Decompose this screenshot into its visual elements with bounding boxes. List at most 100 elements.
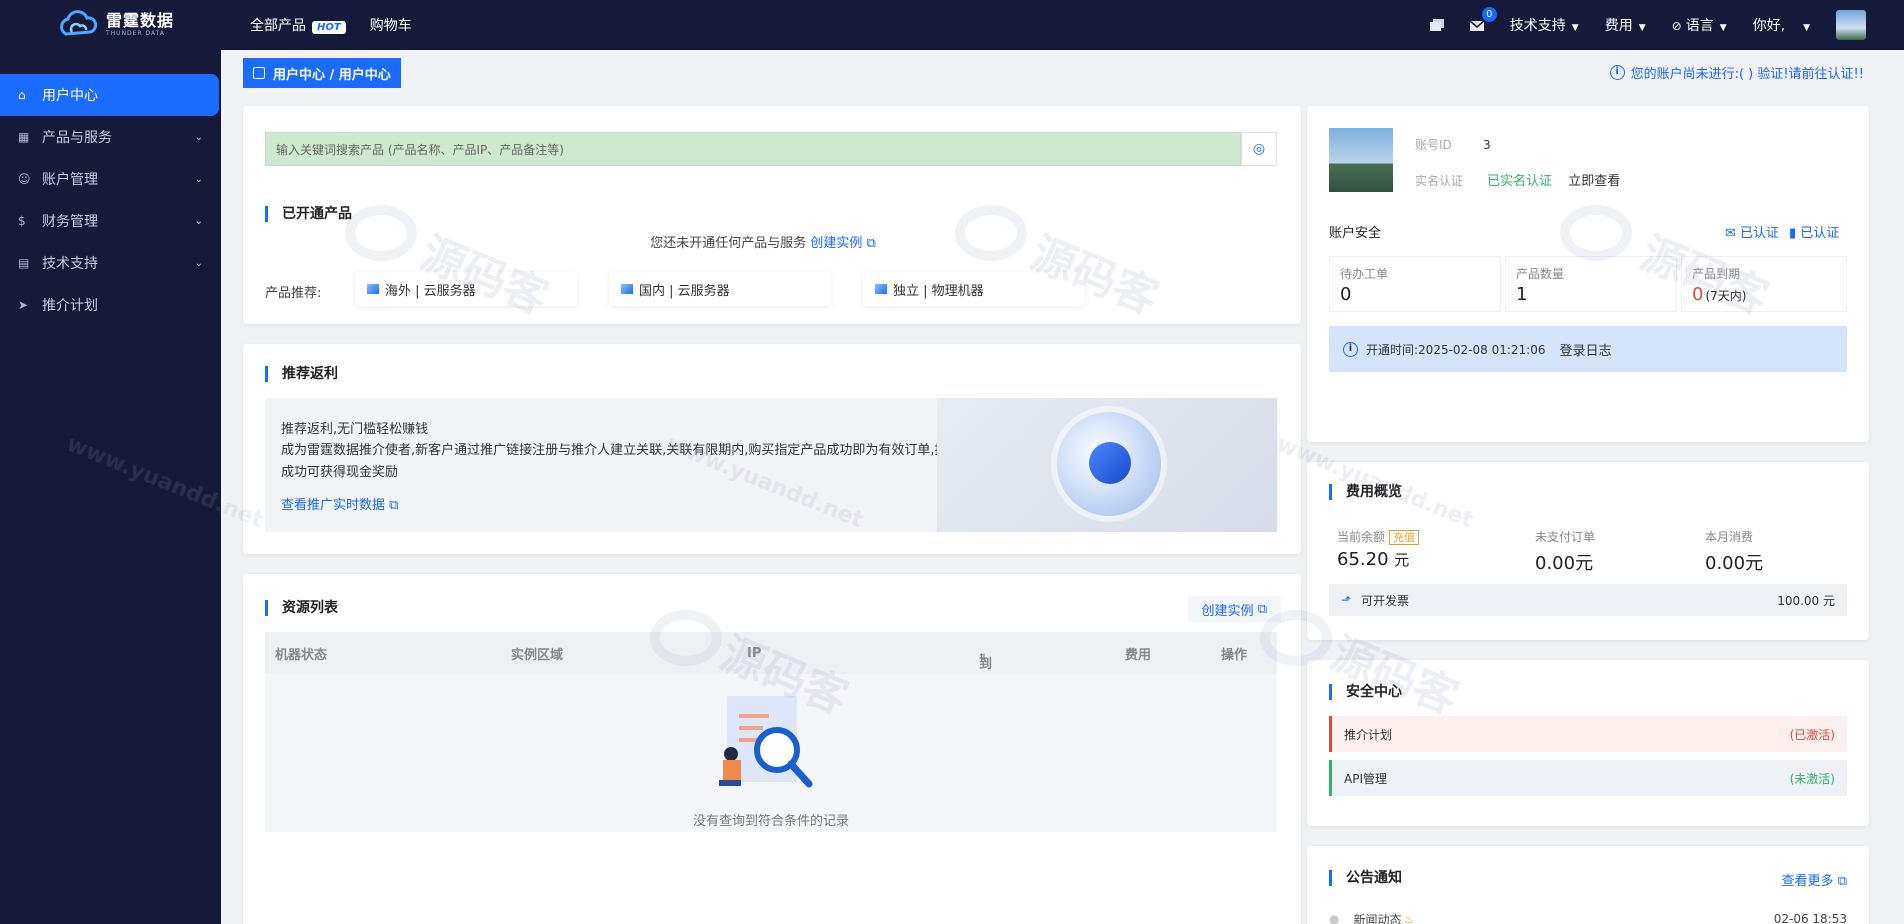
avatar[interactable] xyxy=(1836,10,1866,40)
brand-logo[interactable]: 雷霆数据 THUNDER DATA xyxy=(0,10,220,40)
orb-core xyxy=(1089,442,1131,484)
breadcrumb-label: 用户中心 / 用户中心 xyxy=(273,67,391,83)
security-row-api[interactable]: API管理 (未激活) xyxy=(1329,760,1847,796)
column-region[interactable]: 实例区域 xyxy=(511,644,563,663)
invoice-row[interactable]: ⬏ 可开发票 100.00 元 xyxy=(1329,584,1847,616)
stat-product-expire[interactable]: 产品到期 0 (7天内) xyxy=(1681,256,1847,312)
referral-data-link[interactable]: 查看推广实时数据 ⧉ xyxy=(281,494,398,513)
stat-label: 产品数量 xyxy=(1516,267,1565,281)
security-card: 安全中心 推介计划 (已激活) API管理 (未激活) xyxy=(1307,660,1869,826)
resources-card: 资源列表 创建实例 ⧉ 机器状态 实例区域 IP 到期时间 ⇅ 费用 操作 没有… xyxy=(243,574,1301,924)
tech-support-menu[interactable]: 技术支持 ▼ xyxy=(1510,15,1579,35)
login-log-link[interactable]: 登录日志 xyxy=(1560,340,1612,359)
referral-title: 推荐返利 xyxy=(265,366,338,382)
fees-card: 费用概览 当前余额 充值 65.20 元 未支付订单 0.00元 本月消费 0.00元 … xyxy=(1307,462,1869,640)
user-menu[interactable]: 你好, ▼ xyxy=(1753,15,1810,35)
open-time-text: 开通时间:2025-02-08 01:21:06 xyxy=(1366,342,1546,357)
balance-value: 65.20 xyxy=(1337,549,1389,570)
mail-icon[interactable]: 0 xyxy=(1469,7,1497,31)
view-now-link[interactable]: 立即查看 xyxy=(1568,174,1620,189)
chevron-down-icon: ⌄ xyxy=(194,215,203,227)
fees-menu[interactable]: 费用 ▼ xyxy=(1605,15,1646,35)
recommend-dedicated-server[interactable]: 独立 | 物理机器 xyxy=(863,272,1085,306)
recharge-button[interactable]: 充值 xyxy=(1389,530,1420,545)
phone-icon: ▮ xyxy=(1789,226,1797,241)
email-icon: ✉ xyxy=(1725,226,1736,241)
referral-card: 推荐返利 推荐返利,无门槛轻松赚钱 成为雷霆数据推介使者,新客户通过推广链接注册… xyxy=(243,344,1301,554)
no-records-text: 没有查询到符合条件的记录 xyxy=(692,814,849,829)
cloud-logo-icon xyxy=(60,10,98,36)
create-instance-link[interactable]: 创建实例 ⧉ xyxy=(810,236,875,251)
cube-icon xyxy=(875,284,887,294)
external-link-icon: ⧉ xyxy=(389,498,399,513)
all-products-menu[interactable]: 全部产品 HOT xyxy=(250,15,346,35)
account-id-label: 账号ID xyxy=(1415,138,1452,152)
home-icon: ⌂ xyxy=(18,88,26,102)
column-action[interactable]: 操作 xyxy=(1221,644,1247,663)
brand-name: 雷霆数据 xyxy=(106,11,175,30)
sidebar-item-products[interactable]: ▦ 产品与服务 ⌄ xyxy=(0,116,221,158)
month-label: 本月消费 xyxy=(1705,530,1754,544)
stat-suffix: (7天内) xyxy=(1705,289,1747,303)
notice-text: 您的账户尚未进行:( ) 验证!请前往认证!! xyxy=(1630,67,1864,82)
sidebar-item-label: 推介计划 xyxy=(42,298,98,314)
recommend-label-text: 海外 | 云服务器 xyxy=(385,283,476,299)
sidebar-item-finance[interactable]: $ 财务管理 ⌄ xyxy=(0,200,221,242)
create-instance-label: 创建实例 xyxy=(810,236,863,251)
column-ip[interactable]: IP xyxy=(747,646,761,661)
verify-notice[interactable]: i 您的账户尚未进行:( ) 验证!请前往认证!! xyxy=(1609,63,1864,82)
cube-icon xyxy=(621,284,633,294)
column-fee[interactable]: 费用 xyxy=(1125,644,1151,663)
chevron-down-icon: ⌄ xyxy=(194,131,203,143)
recommend-label: 产品推荐: xyxy=(265,286,322,301)
sidebar-item-label: 用户中心 xyxy=(42,88,98,104)
copy-icon[interactable] xyxy=(1429,19,1444,31)
sidebar: ⌂ 用户中心 ▦ 产品与服务 ⌄ ☺ 账户管理 ⌄ $ 财务管理 ⌄ ▤ 技术支持 ⌄ ➤ 推介计划 xyxy=(0,50,221,924)
external-link-icon: ⧉ xyxy=(866,236,876,251)
hot-badge: HOT xyxy=(312,21,346,34)
column-status[interactable]: 机器状态 xyxy=(275,644,327,663)
bullet-icon: ● xyxy=(1329,912,1340,924)
account-security-title: 账户安全 xyxy=(1329,226,1382,241)
main-content: 用户中心 / 用户中心 i 您的账户尚未进行:( ) 验证!请前往认证!! 输入关… xyxy=(221,50,1904,924)
security-title: 安全中心 xyxy=(1329,684,1402,700)
create-instance-label: 创建实例 xyxy=(1201,603,1254,619)
search-input[interactable]: 输入关键词搜索产品 (产品名称、产品IP、产品备注等) xyxy=(265,132,1241,166)
breadcrumb[interactable]: 用户中心 / 用户中心 xyxy=(243,58,401,88)
info-icon: i xyxy=(1609,65,1625,80)
language-label: 语言 xyxy=(1685,18,1714,34)
realname-label: 实名认证 xyxy=(1415,174,1464,188)
recommend-domestic-cloud[interactable]: 国内 | 云服务器 xyxy=(609,272,831,306)
recommend-overseas-cloud[interactable]: 海外 | 云服务器 xyxy=(355,272,577,306)
security-row-referral[interactable]: 推介计划 (已激活) xyxy=(1329,716,1847,752)
stat-pending-tickets[interactable]: 待办工单 0 xyxy=(1329,256,1501,312)
opened-products-title: 已开通产品 xyxy=(265,206,352,222)
fire-icon: ♨ xyxy=(1403,912,1415,924)
stat-product-count[interactable]: 产品数量 1 xyxy=(1505,256,1677,312)
announcement-item[interactable]: ● 新闻动态 ♨ 02-06 18:53 xyxy=(1329,904,1847,924)
table-body: 没有查询到符合条件的记录 xyxy=(265,674,1277,832)
greeting-label: 你好, xyxy=(1752,18,1786,34)
account-card: 账号ID 3 实名认证 已实名认证 立即查看 账户安全 ✉ 已认证 ▮ 已认证 待… xyxy=(1307,106,1869,442)
chevron-down-icon: ▼ xyxy=(1638,23,1646,33)
announcement-label: 新闻动态 xyxy=(1353,912,1402,924)
cart-link[interactable]: 购物车 xyxy=(370,15,412,35)
month-col: 本月消费 0.00元 xyxy=(1705,528,1763,575)
top-bar: 雷霆数据 THUNDER DATA 全部产品 HOT 购物车 0 技术支持 ▼ 费用… xyxy=(0,0,1904,50)
verified-email[interactable]: ✉ 已认证 xyxy=(1725,222,1779,241)
realname-row: 实名认证 已实名认证 立即查看 xyxy=(1415,170,1620,189)
unpaid-value: 0.00元 xyxy=(1535,553,1594,574)
search-icon: ◎ xyxy=(1252,141,1266,157)
verified-phone[interactable]: ▮ 已认证 xyxy=(1789,222,1839,241)
external-link-icon: ⧉ xyxy=(1837,874,1847,889)
language-menu[interactable]: ⊘ 语言 ▼ xyxy=(1672,15,1727,35)
sidebar-item-account[interactable]: ☺ 账户管理 ⌄ xyxy=(0,158,221,200)
create-instance-button[interactable]: 创建实例 ⧉ xyxy=(1187,596,1281,622)
more-announcements-link[interactable]: 查看更多 ⧉ xyxy=(1782,870,1847,889)
referral-headline: 推荐返利,无门槛轻松赚钱 xyxy=(281,422,429,437)
sidebar-item-user-center[interactable]: ⌂ 用户中心 xyxy=(0,74,219,116)
sidebar-item-support[interactable]: ▤ 技术支持 ⌄ xyxy=(0,242,221,284)
mail-count-badge: 0 xyxy=(1481,7,1497,22)
search-button[interactable]: ◎ xyxy=(1241,132,1277,166)
sidebar-item-referral[interactable]: ➤ 推介计划 xyxy=(0,284,221,326)
